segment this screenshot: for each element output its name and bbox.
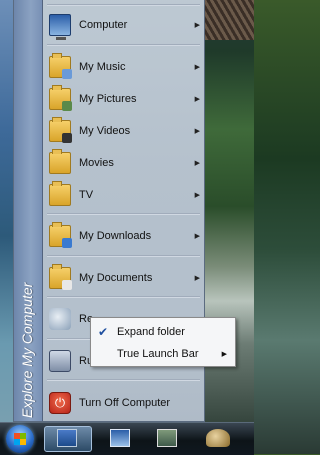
menu-item-label: My Downloads xyxy=(79,230,152,242)
context-item-label: True Launch Bar xyxy=(117,348,199,360)
menu-item-label: My Pictures xyxy=(79,93,137,105)
computer-icon xyxy=(49,14,71,40)
tv-folder-icon xyxy=(49,181,71,206)
menu-item-my-documents[interactable]: My Documents ▶ xyxy=(45,264,202,292)
context-item-true-launch-bar[interactable]: True Launch Bar ▶ xyxy=(93,344,233,364)
menu-item-label: My Documents xyxy=(79,272,153,284)
separator xyxy=(47,4,200,6)
menu-item-turn-off-computer[interactable]: ⏻ Turn Off Computer xyxy=(45,389,202,417)
music-folder-icon xyxy=(49,53,72,79)
movies-folder-icon xyxy=(49,149,71,174)
separator xyxy=(47,255,200,257)
submenu-arrow-icon: ▶ xyxy=(194,192,200,199)
documents-folder-icon xyxy=(49,264,72,290)
menu-item-my-pictures[interactable]: My Pictures ▶ xyxy=(45,85,202,113)
submenu-arrow-icon: ▶ xyxy=(221,351,227,358)
true-launch-bar-icon[interactable] xyxy=(57,429,77,447)
separator xyxy=(47,379,200,381)
recent-icon xyxy=(49,308,71,330)
menu-item-my-downloads[interactable]: My Downloads ▶ xyxy=(45,222,202,250)
submenu-arrow-icon: ▶ xyxy=(194,96,200,103)
submenu-arrow-icon: ▶ xyxy=(194,128,200,135)
menu-item-my-videos[interactable]: My Videos ▶ xyxy=(45,117,202,145)
downloads-folder-icon xyxy=(49,222,72,248)
submenu-arrow-icon: ▶ xyxy=(194,233,200,240)
menu-item-label: My Music xyxy=(79,61,126,73)
side-label: Explore My Computer xyxy=(19,282,35,418)
taskbar xyxy=(0,422,254,455)
computer-taskbar-icon[interactable] xyxy=(110,429,130,447)
submenu-arrow-icon: ▶ xyxy=(194,275,200,282)
checkmark-icon: ✔ xyxy=(97,325,109,339)
menu-item-label: My Videos xyxy=(79,125,131,137)
separator xyxy=(47,213,200,215)
menu-item-label: Turn Off Computer xyxy=(79,397,171,409)
menu-item-my-music[interactable]: My Music ▶ xyxy=(45,53,202,81)
context-item-label: Expand folder xyxy=(117,326,185,338)
videos-folder-icon xyxy=(49,117,72,143)
menu-item-label: Movies xyxy=(79,157,114,169)
menu-item-tv[interactable]: TV ▶ xyxy=(45,181,202,209)
submenu-arrow-icon: ▶ xyxy=(194,64,200,71)
pictures-folder-icon xyxy=(49,85,72,111)
menu-item-computer[interactable]: Computer ▶ xyxy=(45,11,202,40)
chess-icon[interactable] xyxy=(206,429,230,447)
start-button[interactable] xyxy=(6,425,34,453)
run-icon xyxy=(49,350,71,372)
power-icon: ⏻ xyxy=(49,392,71,414)
context-menu: ✔ Expand folder True Launch Bar ▶ xyxy=(90,317,236,367)
submenu-arrow-icon: ▶ xyxy=(194,160,200,167)
menu-item-label: TV xyxy=(79,189,94,201)
menu-item-movies[interactable]: Movies ▶ xyxy=(45,149,202,177)
submenu-arrow-icon: ▶ xyxy=(194,22,200,29)
separator xyxy=(47,296,200,298)
windows-logo-icon xyxy=(14,433,26,445)
menu-item-label: Computer xyxy=(79,19,128,31)
side-strip: Explore My Computer xyxy=(14,0,43,421)
context-item-expand-folder[interactable]: ✔ Expand folder xyxy=(93,322,233,342)
window-taskbar-icon[interactable] xyxy=(157,429,177,447)
separator xyxy=(47,44,200,46)
